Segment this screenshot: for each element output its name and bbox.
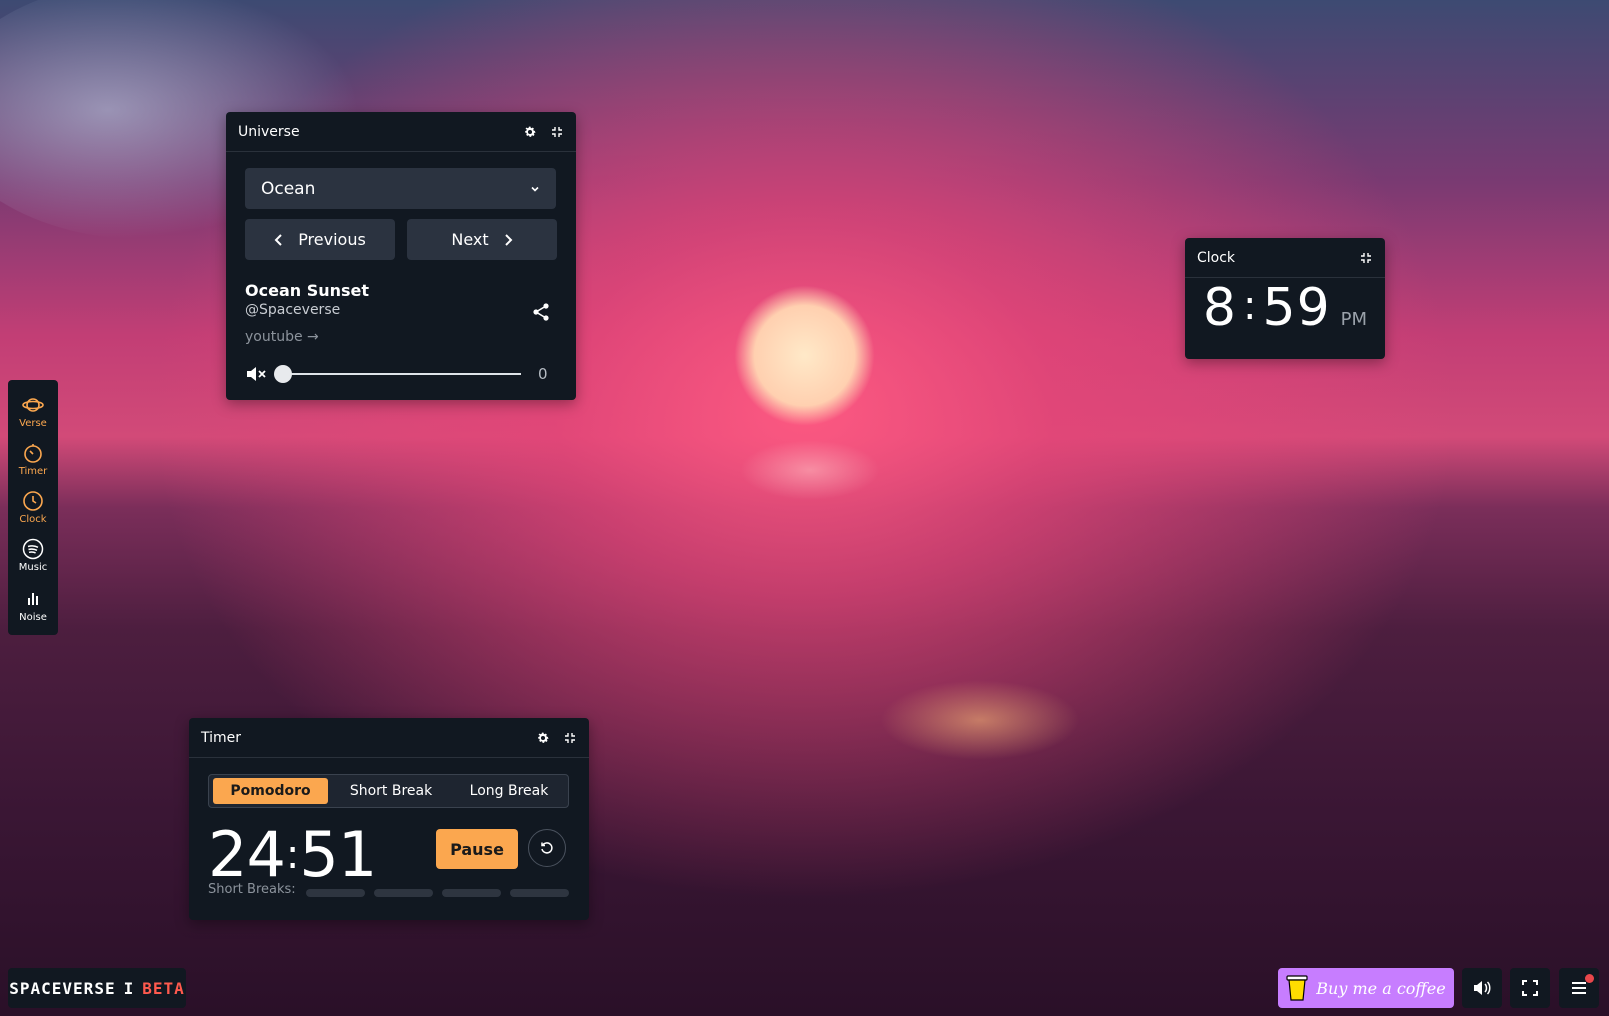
timer-header: Timer: [189, 718, 589, 758]
sidebar-item-label: Timer: [18, 466, 48, 477]
universe-title: Universe: [238, 123, 300, 140]
reset-button[interactable]: [528, 829, 566, 867]
sidebar-item-label: Clock: [19, 514, 47, 525]
sidebar-item-timer[interactable]: Timer: [8, 442, 58, 477]
sidebar-item-noise[interactable]: Noise: [8, 588, 58, 623]
timer-panel: Timer Pomodoro Short Break Long Break 24…: [189, 718, 589, 920]
universe-select-value: Ocean: [261, 178, 316, 199]
chevron-down-icon: [530, 179, 540, 199]
spotify-icon: [22, 538, 44, 560]
chevron-right-icon: [504, 233, 513, 246]
universe-panel: Universe Ocean Previous Next Ocean Sunse…: [226, 112, 576, 400]
previous-label: Previous: [298, 230, 366, 249]
brand-logo: SPACEVERSE I BETA: [8, 968, 186, 1008]
sidebar-item-label: Noise: [19, 612, 47, 623]
timer-mode-tabs: Pomodoro Short Break Long Break: [208, 774, 569, 808]
tab-pomodoro[interactable]: Pomodoro: [213, 778, 328, 804]
minimize-icon[interactable]: [550, 125, 564, 139]
minimize-icon[interactable]: [563, 731, 577, 745]
tab-long-break[interactable]: Long Break: [452, 778, 566, 804]
volume-button[interactable]: [1462, 968, 1502, 1008]
tab-short-break[interactable]: Short Break: [332, 778, 450, 804]
sidebar-item-label: Music: [18, 562, 48, 573]
next-label: Next: [451, 230, 489, 249]
youtube-link[interactable]: youtube →: [245, 329, 319, 345]
clock-title: Clock: [1197, 249, 1236, 266]
timer-title: Timer: [201, 729, 242, 746]
speaker-icon: [1474, 981, 1491, 995]
brand-name: SPACEVERSE: [9, 978, 116, 998]
brand-separator: I: [123, 978, 135, 998]
gear-icon[interactable]: [523, 125, 537, 139]
volume-slider-thumb[interactable]: [274, 365, 292, 383]
fullscreen-button[interactable]: [1510, 968, 1550, 1008]
reset-icon: [541, 842, 553, 854]
track-author: @Spaceverse: [245, 302, 341, 318]
water-glint: [880, 680, 1080, 760]
sidebar: Verse Timer Clock Music Noise: [8, 380, 58, 635]
sun-reflection: [740, 440, 880, 500]
clock-header: Clock: [1185, 238, 1385, 278]
fullscreen-icon: [1522, 980, 1538, 996]
timer-icon: [22, 442, 44, 464]
previous-button[interactable]: Previous: [245, 219, 395, 260]
share-icon[interactable]: [531, 302, 551, 322]
next-button[interactable]: Next: [407, 219, 557, 260]
break-progress-bar: [442, 889, 501, 897]
menu-button[interactable]: [1559, 968, 1599, 1008]
universe-select[interactable]: Ocean: [245, 168, 556, 209]
break-progress-bar: [510, 889, 569, 897]
clock-colon: :: [1243, 283, 1257, 329]
chevron-left-icon: [274, 233, 282, 246]
clock-display: 8 : 59 PM: [1185, 278, 1385, 358]
timer-minutes: 24: [208, 818, 286, 891]
volume-value: 0: [538, 365, 548, 383]
beta-badge: BETA: [142, 978, 185, 998]
clock-ampm: PM: [1340, 309, 1368, 330]
sidebar-item-music[interactable]: Music: [8, 538, 58, 573]
volume-track[interactable]: [283, 373, 521, 375]
coffee-label: Buy me a coffee: [1316, 978, 1446, 998]
menu-icon: [1572, 982, 1586, 994]
sidebar-item-verse[interactable]: Verse: [8, 394, 58, 429]
mute-icon[interactable]: [245, 364, 267, 384]
clock-panel: Clock 8 : 59 PM: [1185, 238, 1385, 359]
timer-seconds: 51: [299, 818, 377, 891]
clock-hour: 8: [1202, 278, 1238, 338]
universe-header: Universe: [226, 112, 576, 152]
bars-icon: [22, 588, 44, 610]
pause-button[interactable]: Pause: [436, 829, 518, 869]
sidebar-item-label: Verse: [19, 418, 47, 429]
break-progress-bar: [306, 889, 365, 897]
gear-icon[interactable]: [536, 731, 550, 745]
short-breaks-label: Short Breaks:: [208, 882, 296, 897]
timer-countdown: 24:51: [208, 818, 377, 891]
minimize-icon[interactable]: [1359, 251, 1373, 265]
notification-dot: [1585, 974, 1594, 983]
buy-me-a-coffee-button[interactable]: Buy me a coffee: [1278, 968, 1454, 1008]
clock-minute: 59: [1262, 278, 1331, 338]
coffee-cup-icon: [1286, 975, 1308, 1001]
timer-colon: :: [285, 832, 300, 878]
track-title: Ocean Sunset: [245, 281, 370, 300]
break-progress-bar: [374, 889, 433, 897]
planet-icon: [22, 394, 44, 416]
clock-icon: [22, 490, 44, 512]
sidebar-item-clock[interactable]: Clock: [8, 490, 58, 525]
